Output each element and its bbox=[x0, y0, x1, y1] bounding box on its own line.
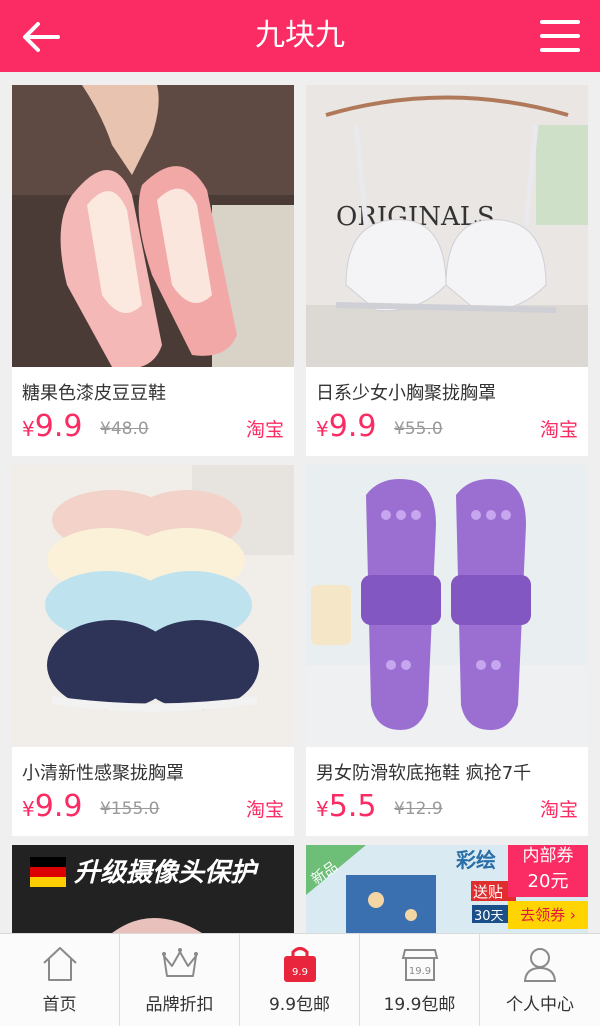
product-card[interactable]: 新品 彩绘 送贴 30天 内部券 20元 去领券 › bbox=[306, 845, 588, 933]
product-image-purple-slippers[interactable] bbox=[306, 465, 588, 747]
original-price: ¥55.0 bbox=[394, 419, 443, 439]
price-row: ¥9.9 ¥55.0 淘宝 bbox=[316, 409, 578, 445]
tab-9-9-free-shipping[interactable]: 9.9 9.9包邮 bbox=[240, 934, 360, 1026]
product-name[interactable]: 小清新性感聚拢胸罩 bbox=[22, 759, 184, 785]
price-row: ¥9.9 ¥155.0 淘宝 bbox=[22, 789, 284, 825]
product-name[interactable]: 糖果色漆皮豆豆鞋 bbox=[22, 379, 166, 405]
shop-label: 淘宝 bbox=[539, 799, 578, 821]
svg-text:30天: 30天 bbox=[474, 909, 504, 924]
svg-text:彩绘: 彩绘 bbox=[455, 848, 496, 872]
coupon-value: 20元 bbox=[508, 867, 588, 897]
tab-label: 品牌折扣 bbox=[145, 995, 214, 1015]
svg-text:送贴: 送贴 bbox=[473, 883, 503, 901]
product-image-camera-protector[interactable]: 升级摄像头保护 bbox=[12, 845, 294, 933]
menu-button[interactable] bbox=[538, 14, 584, 58]
product-card[interactable]: 男女防滑软底拖鞋 疯抢7千 ¥5.5 ¥12.9 淘宝 bbox=[306, 465, 588, 836]
shop-label: 淘宝 bbox=[245, 799, 284, 821]
store-icon: 19.9 bbox=[401, 949, 439, 981]
original-price: ¥12.9 bbox=[394, 799, 443, 819]
coupon-claim-button[interactable]: 去领券 › bbox=[508, 901, 588, 929]
product-card[interactable]: 糖果色漆皮豆豆鞋 ¥9.9 ¥48.0 淘宝 bbox=[12, 85, 294, 456]
current-price: ¥9.9 bbox=[316, 409, 377, 444]
bottom-tab-bar: 首页 品牌折扣 9.9 9.9包邮 19.9 19.9包邮 个人中心 bbox=[0, 933, 600, 1026]
crown-icon bbox=[162, 948, 198, 977]
tab-label: 个人中心 bbox=[506, 995, 574, 1015]
shop-label: 淘宝 bbox=[245, 419, 284, 441]
page-title: 九块九 bbox=[255, 18, 345, 53]
price-row: ¥5.5 ¥12.9 淘宝 bbox=[316, 789, 578, 825]
product-name[interactable]: 日系少女小胸聚拢胸罩 bbox=[316, 379, 496, 405]
current-price: ¥9.9 bbox=[22, 789, 83, 824]
svg-text:升级摄像头保护: 升级摄像头保护 bbox=[74, 858, 259, 888]
coupon-title: 内部券 bbox=[508, 845, 588, 867]
product-name[interactable]: 男女防滑软底拖鞋 疯抢7千 bbox=[316, 759, 531, 785]
product-card[interactable]: 升级摄像头保护 bbox=[12, 845, 294, 933]
home-icon bbox=[43, 947, 77, 981]
product-card[interactable]: 小清新性感聚拢胸罩 ¥9.9 ¥155.0 淘宝 bbox=[12, 465, 294, 836]
tab-personal-center[interactable]: 个人中心 bbox=[480, 934, 600, 1026]
tab-label: 19.9包邮 bbox=[383, 995, 456, 1015]
current-price: ¥9.9 bbox=[22, 409, 83, 444]
hamburger-menu-icon bbox=[540, 20, 580, 52]
product-card[interactable]: ORIGINALS 日系少女小胸聚拢胸罩 ¥9.9 ¥55.0 淘宝 bbox=[306, 85, 588, 456]
svg-text:19.9: 19.9 bbox=[409, 966, 431, 977]
product-image-stacked-bras[interactable] bbox=[12, 465, 294, 747]
product-image-white-bra[interactable]: ORIGINALS bbox=[306, 85, 588, 367]
product-image-pink-shoes[interactable] bbox=[12, 85, 294, 367]
original-price: ¥155.0 bbox=[100, 799, 160, 819]
top-navigation-bar: 九块九 bbox=[0, 0, 600, 72]
bag-icon: 9.9 bbox=[284, 947, 316, 982]
price-row: ¥9.9 ¥48.0 淘宝 bbox=[22, 409, 284, 445]
person-icon bbox=[523, 948, 557, 982]
tab-19-9-free-shipping[interactable]: 19.9 19.9包邮 bbox=[360, 934, 480, 1026]
tab-label: 首页 bbox=[42, 995, 77, 1015]
tab-home[interactable]: 首页 bbox=[0, 934, 120, 1026]
tab-label: 9.9包邮 bbox=[268, 995, 331, 1015]
coupon-badge[interactable]: 内部券 20元 去领券 › bbox=[508, 845, 588, 933]
current-price: ¥5.5 bbox=[316, 789, 377, 824]
svg-text:9.9: 9.9 bbox=[292, 967, 308, 978]
tab-brand-discount[interactable]: 品牌折扣 bbox=[120, 934, 240, 1026]
original-price: ¥48.0 bbox=[100, 419, 149, 439]
shop-label: 淘宝 bbox=[539, 419, 578, 441]
